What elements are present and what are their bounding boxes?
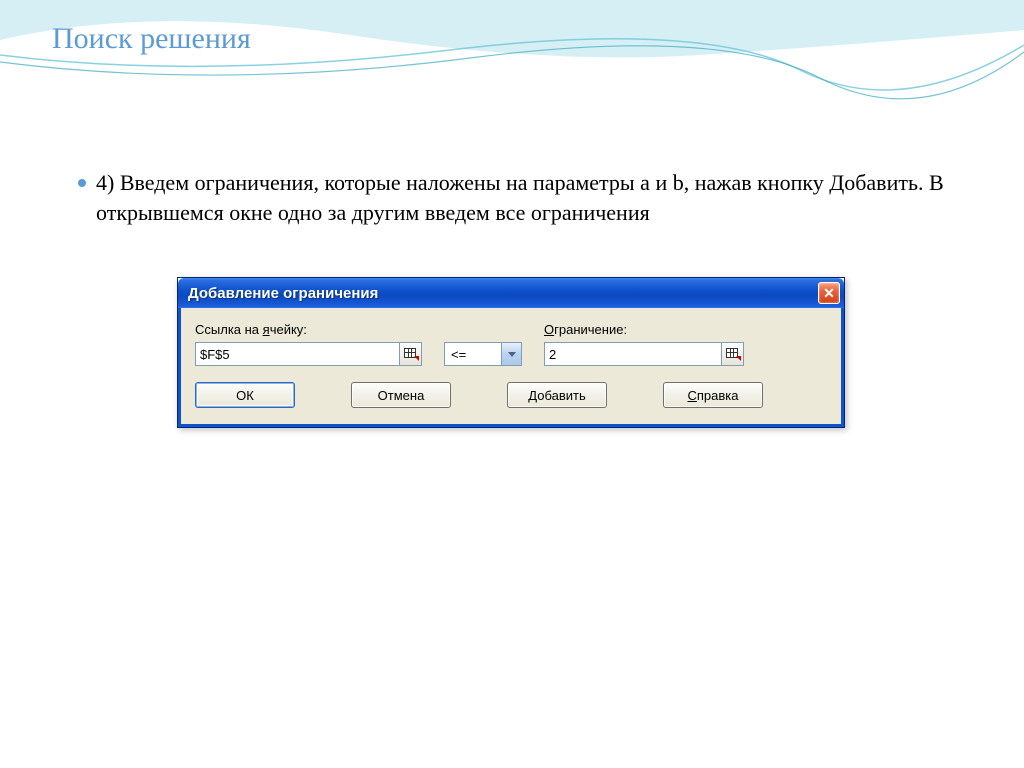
close-button[interactable]: ✕ <box>818 282 840 304</box>
operator-value: <= <box>444 342 502 366</box>
range-picker-icon <box>726 348 740 360</box>
dialog-button-row: ОК Отмена Добавить Справка <box>195 382 827 408</box>
constraint-range-picker-button[interactable] <box>722 342 744 366</box>
help-button[interactable]: Справка <box>663 382 763 408</box>
ok-button[interactable]: ОК <box>195 382 295 408</box>
constraint-label: Ограничение: <box>544 322 744 337</box>
form-row: Ссылка на ячейку: <= <box>195 322 827 366</box>
cell-reference-input[interactable] <box>195 342 400 366</box>
add-constraint-dialog: Добавление ограничения ✕ Ссылка на ячейк… <box>177 277 845 428</box>
cancel-button[interactable]: Отмена <box>351 382 451 408</box>
dialog-title: Добавление ограничения <box>188 285 378 302</box>
operator-combobox[interactable]: <= <box>444 342 522 366</box>
operator-group: <= <box>444 342 522 366</box>
add-button[interactable]: Добавить <box>507 382 607 408</box>
bullet-icon <box>78 179 86 187</box>
bullet-item: 4) Введем ограничения, которые наложены … <box>78 168 944 227</box>
range-picker-icon <box>404 348 418 360</box>
constraint-input[interactable] <box>544 342 722 366</box>
constraint-group: Ограничение: <box>544 322 744 366</box>
constraint-input-wrap <box>544 342 744 366</box>
cell-reference-label: Ссылка на ячейку: <box>195 322 422 337</box>
operator-dropdown-button[interactable] <box>502 342 522 366</box>
dialog-titlebar[interactable]: Добавление ограничения ✕ <box>178 278 844 308</box>
cell-range-picker-button[interactable] <box>400 342 422 366</box>
cell-reference-group: Ссылка на ячейку: <box>195 322 422 366</box>
close-icon: ✕ <box>823 285 835 302</box>
dialog-body: Ссылка на ячейку: <= <box>178 308 844 427</box>
cell-reference-input-wrap <box>195 342 422 366</box>
bullet-text: 4) Введем ограничения, которые наложены … <box>96 168 944 227</box>
chevron-down-icon <box>508 352 516 357</box>
slide-title: Поиск решения <box>52 22 251 56</box>
